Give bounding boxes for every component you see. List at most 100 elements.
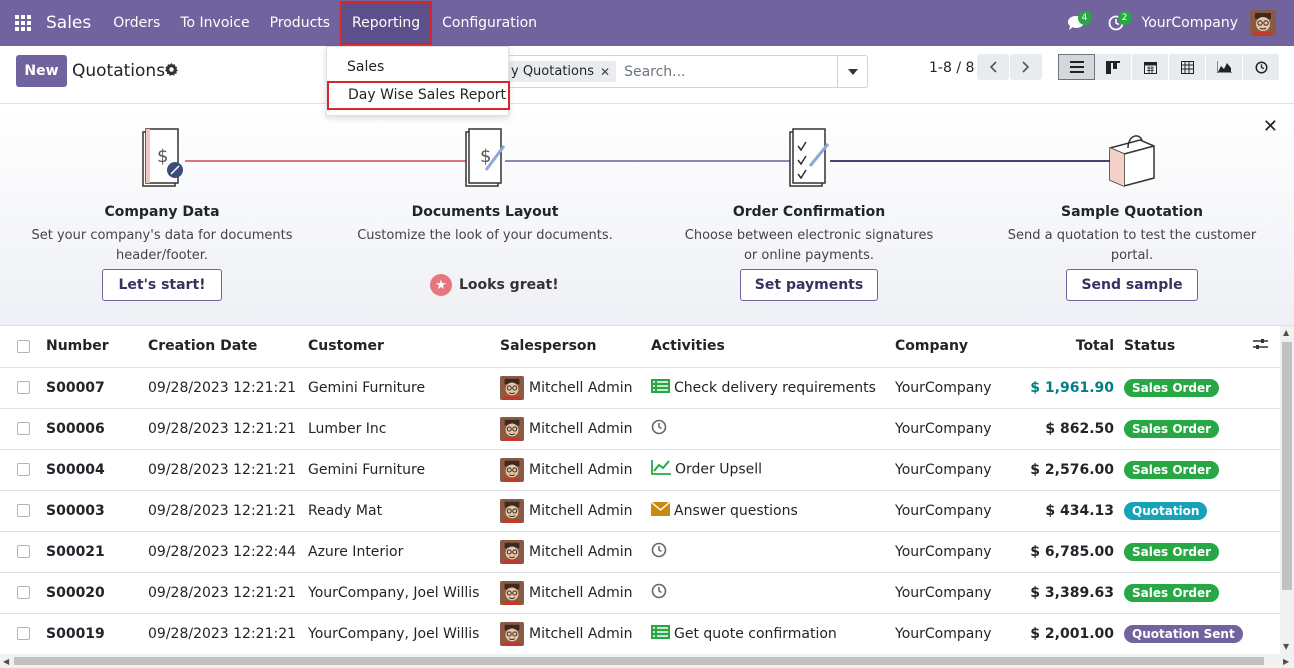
scroll-up-arrow-icon[interactable]: ▲ [1283, 328, 1289, 337]
salesperson-name: Mitchell Admin [529, 502, 633, 519]
pager-value[interactable]: 1-8 / 8 [929, 60, 974, 76]
activities-clock-icon[interactable]: 2 [1096, 0, 1136, 46]
activity-summary: Answer questions [674, 502, 798, 519]
table-row[interactable]: S00021 09/28/2023 12:22:44 Azure Interior M… [0, 531, 1280, 573]
activity-cell [651, 531, 895, 573]
table-row[interactable]: S00007 09/28/2023 12:21:21 Gemini Furnitur… [0, 367, 1280, 409]
clock-icon[interactable] [651, 542, 667, 562]
creation-date: 09/28/2023 12:21:21 [148, 572, 308, 614]
select-all-checkbox[interactable] [17, 339, 30, 353]
row-checkbox[interactable] [17, 545, 30, 558]
table-row[interactable]: S00019 09/28/2023 12:21:21 YourCompany, Jo… [0, 613, 1280, 654]
row-checkbox[interactable] [17, 381, 30, 394]
user-avatar[interactable] [1250, 10, 1276, 36]
column-salesperson[interactable]: Salesperson [500, 326, 651, 368]
top-navbar: Sales Orders To Invoice Products Reporti… [0, 0, 1294, 46]
table-row[interactable]: S00004 09/28/2023 12:21:21 Gemini Furnitur… [0, 449, 1280, 491]
salesperson-avatar[interactable] [500, 539, 524, 564]
remove-facet-icon[interactable]: ✕ [600, 65, 610, 79]
salesperson-avatar[interactable] [500, 498, 524, 523]
menu-products[interactable]: Products [260, 0, 340, 46]
dropdown-item-sales[interactable]: Sales [327, 59, 508, 75]
table-row[interactable]: S00020 09/28/2023 12:21:21 YourCompany, Jo… [0, 572, 1280, 614]
envelope-icon[interactable] [650, 500, 671, 520]
list-view-icon[interactable] [1058, 54, 1095, 80]
kanban-view-icon[interactable] [1095, 54, 1132, 80]
salesperson-avatar[interactable] [500, 457, 524, 482]
vertical-scroll-thumb[interactable] [1282, 342, 1292, 590]
activity-view-icon[interactable] [1243, 54, 1280, 80]
messages-icon[interactable]: 4 [1056, 0, 1096, 46]
clock-icon[interactable] [651, 583, 667, 603]
calendar-view-icon[interactable] [1132, 54, 1169, 80]
new-button[interactable]: New [16, 55, 67, 87]
horizontal-scrollbar[interactable]: ◀ ▶ [0, 654, 1294, 668]
order-total: $ 2,001.00 [1005, 613, 1124, 654]
search-bar[interactable]: y Quotations ✕ Search... [500, 55, 868, 88]
column-status[interactable]: Status [1124, 326, 1244, 368]
menu-configuration[interactable]: Configuration [432, 0, 547, 46]
column-total[interactable]: Total [1005, 326, 1124, 368]
pager-previous-button[interactable] [977, 54, 1009, 80]
menu-reporting[interactable]: Reporting [340, 1, 433, 45]
salesperson-avatar[interactable] [500, 416, 524, 441]
dropdown-item-day-wise-sales-report[interactable]: Day Wise Sales Report [327, 81, 510, 110]
status-cell: Sales Order [1124, 572, 1244, 614]
step-title: Order Confirmation [732, 204, 886, 220]
salesperson-avatar[interactable] [500, 375, 524, 400]
order-number[interactable]: S00019 [46, 613, 148, 654]
search-options-toggle[interactable] [837, 56, 867, 87]
graph-view-icon[interactable] [1206, 54, 1243, 80]
table-header-row: Number Creation Date Customer Salesperso… [0, 326, 1280, 368]
table-row[interactable]: S00003 09/28/2023 12:21:21 Ready Mat Mitche… [0, 490, 1280, 532]
list-icon[interactable] [651, 378, 670, 397]
chart-icon[interactable] [651, 460, 671, 479]
menu-orders[interactable]: Orders [103, 0, 170, 46]
onboarding-banner: ✕ $ Company Data Set your company's data… [0, 104, 1294, 326]
step-sample-quotation: Sample Quotation Send a quotation to tes… [992, 124, 1272, 266]
order-total: $ 2,576.00 [1005, 449, 1124, 491]
order-number[interactable]: S00003 [46, 490, 148, 532]
row-checkbox[interactable] [17, 586, 30, 599]
list-icon[interactable] [651, 624, 670, 643]
customer-name: Gemini Furniture [308, 449, 500, 491]
table-row[interactable]: S00006 09/28/2023 12:21:21 Lumber Inc Mitch… [0, 408, 1280, 450]
order-number[interactable]: S00004 [46, 449, 148, 491]
clock-icon[interactable] [651, 419, 667, 439]
column-creation-date[interactable]: Creation Date [148, 326, 308, 368]
column-number[interactable]: Number [46, 326, 148, 368]
company-switcher[interactable]: YourCompany [1142, 15, 1239, 31]
row-checkbox[interactable] [17, 463, 30, 476]
pager-next-button[interactable] [1010, 54, 1042, 80]
quotations-table: Number Creation Date Customer Salesperso… [0, 326, 1280, 654]
customer-name: YourCompany, Joel Willis [308, 572, 500, 614]
apps-menu-icon[interactable] [0, 0, 46, 46]
salesperson-avatar[interactable] [500, 621, 524, 646]
lets-start-button[interactable]: Let's start! [102, 269, 222, 301]
scroll-left-arrow-icon[interactable]: ◀ [3, 657, 9, 666]
scroll-down-arrow-icon[interactable]: ▼ [1283, 642, 1289, 651]
menu-to-invoice[interactable]: To Invoice [170, 0, 259, 46]
gear-icon[interactable] [165, 63, 178, 80]
vertical-scrollbar[interactable]: ▲ ▼ [1280, 326, 1294, 654]
horizontal-scroll-thumb[interactable] [14, 657, 1264, 665]
row-checkbox[interactable] [17, 504, 30, 517]
pivot-view-icon[interactable] [1169, 54, 1206, 80]
order-number[interactable]: S00020 [46, 572, 148, 614]
app-brand[interactable]: Sales [46, 13, 91, 33]
order-number[interactable]: S00021 [46, 531, 148, 573]
order-number[interactable]: S00006 [46, 408, 148, 450]
row-checkbox[interactable] [17, 422, 30, 435]
column-activities[interactable]: Activities [651, 326, 895, 368]
column-company[interactable]: Company [895, 326, 1005, 368]
salesperson-avatar[interactable] [500, 580, 524, 605]
scroll-right-arrow-icon[interactable]: ▶ [1283, 657, 1289, 666]
row-checkbox[interactable] [17, 627, 30, 640]
set-payments-button[interactable]: Set payments [740, 269, 878, 301]
column-customer[interactable]: Customer [308, 326, 500, 368]
column-settings[interactable] [1244, 326, 1280, 368]
order-number[interactable]: S00007 [46, 367, 148, 409]
search-input[interactable]: Search... [624, 64, 685, 80]
order-total: $ 434.13 [1005, 490, 1124, 532]
send-sample-button[interactable]: Send sample [1066, 269, 1198, 301]
